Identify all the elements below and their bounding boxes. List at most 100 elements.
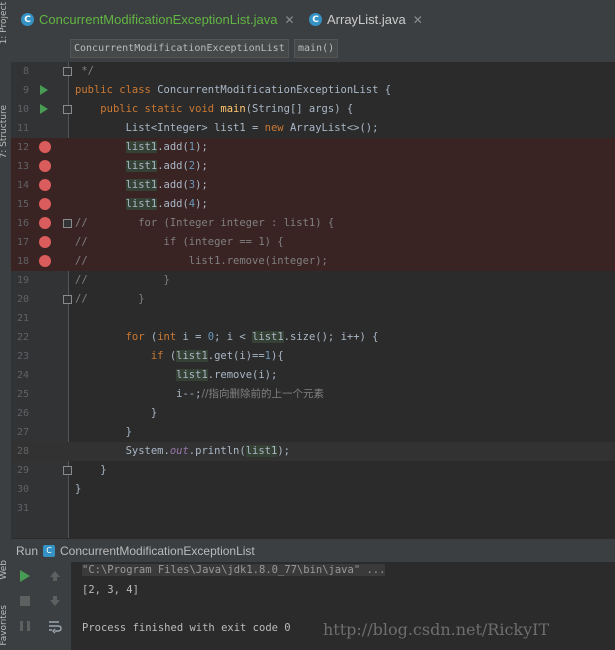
program-output[interactable]: [2, 3, 4] — [82, 584, 139, 596]
code-line[interactable]: 15 list1.add(4); — [11, 195, 615, 214]
line-number: 13 — [16, 161, 29, 172]
code-line[interactable]: 14 list1.add(3); — [11, 176, 615, 195]
process-finished-message[interactable]: Process finished with exit code 0 — [82, 622, 291, 634]
line-number: 16 — [16, 218, 29, 229]
code-text: // for (Integer integer : list1) { — [75, 217, 335, 229]
code-line[interactable]: 21 — [11, 309, 615, 328]
code-line[interactable]: 26 } — [11, 404, 615, 423]
command-line-output[interactable]: "C:\Program Files\Java\jdk1.8.0_77\bin\j… — [82, 564, 386, 576]
fold-icon[interactable] — [63, 466, 72, 475]
line-number: 15 — [16, 199, 29, 210]
code-line[interactable]: 23 if (list1.get(i)==1){ — [11, 347, 615, 366]
code-text: // if (integer == 1) { — [75, 236, 284, 248]
code-line[interactable]: 31 — [11, 499, 615, 518]
code-text: List<Integer> list1 = new ArrayList<>(); — [75, 122, 379, 134]
code-text: */ — [75, 65, 94, 77]
line-number: 14 — [16, 180, 29, 191]
run-config-name[interactable]: ConcurrentModificationExceptionList — [60, 544, 255, 558]
code-line-current[interactable]: 28 System.out.println(list1); — [11, 442, 615, 461]
code-line[interactable]: 24 list1.remove(i); — [11, 366, 615, 385]
breakpoint-icon[interactable] — [39, 236, 51, 248]
run-gutter-icon[interactable] — [40, 85, 48, 95]
code-line[interactable]: 27 } — [11, 423, 615, 442]
soft-wrap-icon[interactable] — [47, 618, 63, 634]
fold-icon[interactable] — [63, 219, 72, 228]
pause-icon[interactable] — [17, 618, 33, 634]
code-text: } — [75, 426, 132, 438]
fold-icon[interactable] — [63, 295, 72, 304]
code-text: } — [75, 483, 82, 495]
watermark: http://blog.csdn.net/RickyIT — [323, 620, 550, 639]
code-line[interactable]: 12 list1.add(1); — [11, 138, 615, 157]
structure-tool-button[interactable]: 7: Structure — [0, 105, 9, 159]
breadcrumb: ConcurrentModificationExceptionList main… — [11, 34, 615, 63]
breakpoint-icon[interactable] — [39, 255, 51, 267]
breakpoint-icon[interactable] — [39, 198, 51, 210]
breakpoint-icon[interactable] — [39, 141, 51, 153]
code-line[interactable]: 13 list1.add(2); — [11, 157, 615, 176]
breadcrumb-class[interactable]: ConcurrentModificationExceptionList — [70, 39, 289, 58]
code-line[interactable]: 30 } — [11, 480, 615, 499]
line-number: 23 — [16, 351, 29, 362]
breakpoint-icon[interactable] — [39, 179, 51, 191]
code-line[interactable]: 10 public static void main(String[] args… — [11, 100, 615, 119]
tab-label: ConcurrentModificationExceptionList.java — [39, 12, 278, 27]
code-text: list1.add(4); — [125, 198, 208, 210]
line-number: 21 — [16, 313, 29, 324]
line-number: 11 — [16, 123, 29, 134]
stop-icon[interactable] — [17, 593, 33, 609]
code-text: // } — [75, 274, 170, 286]
code-line[interactable]: 8 */ — [11, 62, 615, 81]
line-number: 29 — [16, 465, 29, 476]
editor-tab-bar: C ConcurrentModificationExceptionList.ja… — [11, 0, 615, 35]
line-number: 28 — [16, 446, 29, 457]
line-number: 27 — [16, 427, 29, 438]
code-text: for (int i = 0; i < list1.size(); i++) { — [125, 331, 379, 343]
arrow-up-icon[interactable] — [47, 568, 63, 584]
code-line[interactable]: 9 public class ConcurrentModificationExc… — [11, 81, 615, 100]
code-line[interactable]: 18 // list1.remove(integer); — [11, 252, 615, 271]
breakpoint-icon[interactable] — [39, 160, 51, 172]
code-text: list1.add(2); — [125, 160, 208, 172]
rerun-icon[interactable] — [17, 568, 33, 584]
code-text: System.out.println(list1); — [75, 445, 290, 457]
project-tool-button[interactable]: 1: Project — [0, 2, 9, 44]
line-number: 10 — [16, 104, 29, 115]
tab-arraylist[interactable]: C ArrayList.java ✕ — [309, 7, 423, 32]
close-icon[interactable]: ✕ — [413, 13, 423, 27]
arrow-down-icon[interactable] — [47, 593, 63, 609]
code-line[interactable]: 16 // for (Integer integer : list1) { — [11, 214, 615, 233]
fold-icon[interactable] — [63, 105, 72, 114]
close-icon[interactable]: ✕ — [284, 13, 294, 27]
line-number: 30 — [16, 484, 29, 495]
line-number: 19 — [16, 275, 29, 286]
line-number: 31 — [16, 503, 29, 514]
web-tool-button[interactable]: Web — [0, 560, 9, 580]
line-number: 17 — [16, 237, 29, 248]
code-line[interactable]: 29 } — [11, 461, 615, 480]
code-line[interactable]: 19 // } — [11, 271, 615, 290]
code-text: public class ConcurrentModificationExcep… — [75, 84, 392, 96]
code-text: } — [75, 464, 107, 476]
tab-label: ArrayList.java — [327, 12, 406, 27]
favorites-tool-button[interactable]: Favorites — [0, 605, 9, 646]
tab-concurrent-modification[interactable]: C ConcurrentModificationExceptionList.ja… — [21, 7, 295, 32]
code-line[interactable]: 17 // if (integer == 1) { — [11, 233, 615, 252]
code-text: if (list1.get(i)==1){ — [150, 350, 284, 362]
code-line[interactable]: 22 for (int i = 0; i < list1.size(); i++… — [11, 328, 615, 347]
class-c-icon: C — [309, 13, 322, 26]
run-gutter-icon[interactable] — [40, 104, 48, 114]
class-c-icon: C — [21, 13, 34, 26]
fold-icon[interactable] — [63, 67, 72, 76]
line-number: 22 — [16, 332, 29, 343]
run-panel-header: Run C ConcurrentModificationExceptionLis… — [11, 538, 615, 563]
code-line[interactable]: 11 List<Integer> list1 = new ArrayList<>… — [11, 119, 615, 138]
code-line[interactable]: 20 // } — [11, 290, 615, 309]
code-text: list1.add(3); — [125, 179, 208, 191]
code-text: list1.add(1); — [125, 141, 208, 153]
run-toolbar — [11, 562, 71, 650]
code-line[interactable]: 25 i--;//指向删除前的上一个元素 — [11, 385, 615, 404]
breadcrumb-method[interactable]: main() — [294, 39, 339, 58]
line-number: 25 — [16, 389, 29, 400]
breakpoint-icon[interactable] — [39, 217, 51, 229]
